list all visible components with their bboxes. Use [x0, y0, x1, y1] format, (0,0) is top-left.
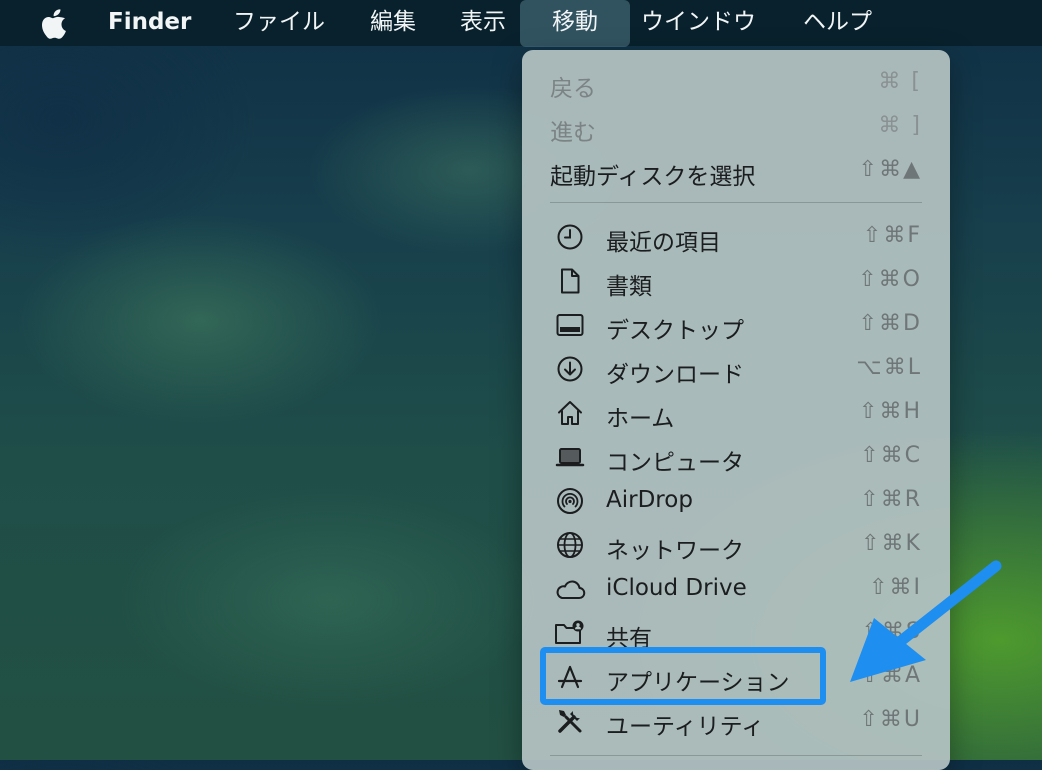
pointer-arrow-icon: [850, 560, 1002, 682]
